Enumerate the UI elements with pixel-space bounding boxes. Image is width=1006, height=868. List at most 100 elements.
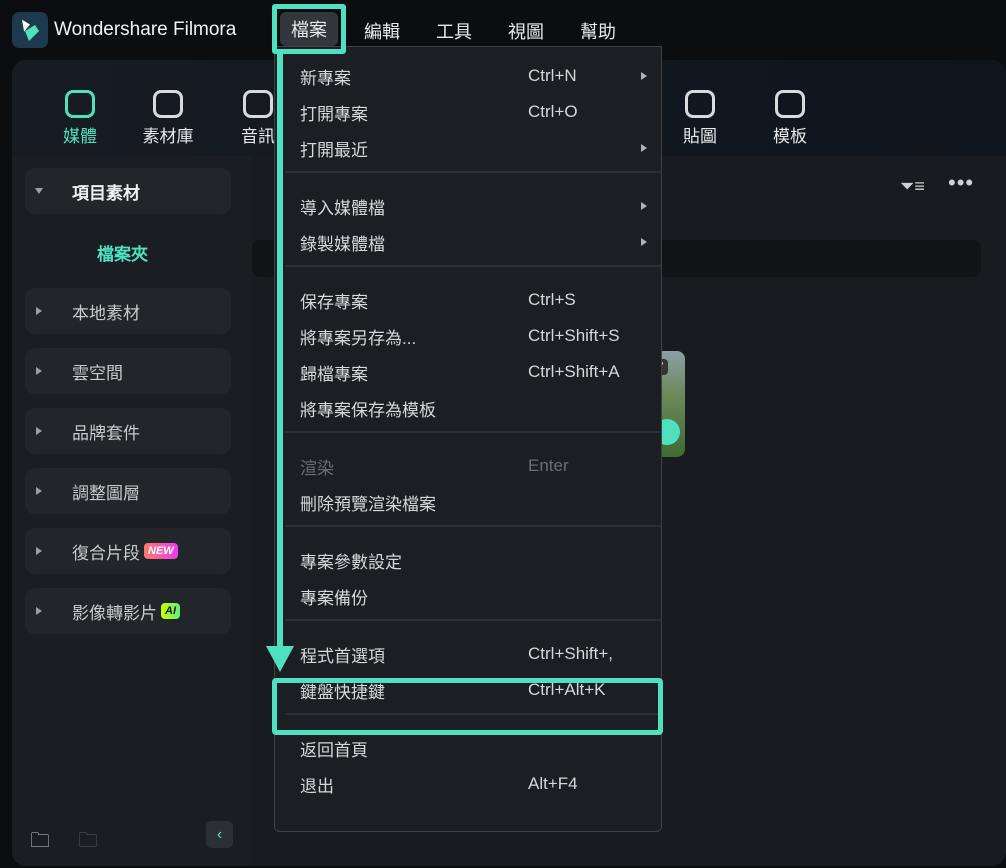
menu-item-shortcut: Ctrl+S xyxy=(528,290,576,309)
sidebar-item-label: 品牌套件 xyxy=(72,423,140,443)
menu-item[interactable]: 程式首選項 Ctrl+Shift+, xyxy=(275,636,661,672)
filmora-logo xyxy=(12,12,48,48)
menu-item[interactable]: 導入媒體檔 xyxy=(275,188,661,224)
menu-item-label: 退出 xyxy=(300,776,334,796)
toolbar-label: 貼圖 xyxy=(683,127,717,146)
menu-help[interactable]: 幫助 xyxy=(580,18,616,44)
menu-item-label: 歸檔專案 xyxy=(300,364,368,384)
ai-badge: AI xyxy=(161,603,180,619)
menu-item-label: 保存專案 xyxy=(300,292,368,312)
sidebar-item-label: 本地素材 xyxy=(72,303,140,323)
delete-folder-icon[interactable]: 🗀 xyxy=(78,826,98,860)
menu-item[interactable]: 錄製媒體檔 xyxy=(275,224,661,260)
caret-right-icon xyxy=(36,367,42,375)
submenu-arrow-icon xyxy=(641,144,647,152)
caret-right-icon xyxy=(36,607,42,615)
menu-item-label: 錄製媒體檔 xyxy=(300,234,385,254)
menu-item-shortcut: Alt+F4 xyxy=(528,774,578,793)
new-badge: NEW xyxy=(144,543,178,559)
menu-item-label: 新專案 xyxy=(300,68,351,88)
menu-item-label: 程式首選項 xyxy=(300,646,385,666)
menu-item[interactable]: 返回首頁 xyxy=(275,730,661,766)
submenu-arrow-icon xyxy=(641,72,647,80)
submenu-arrow-icon xyxy=(641,238,647,246)
caret-right-icon xyxy=(36,307,42,315)
menu-item-shortcut: Ctrl+Shift+A xyxy=(528,362,620,381)
menu-separator xyxy=(285,265,661,267)
menu-separator xyxy=(285,171,661,173)
sidebar-item-label: 影像轉影片 xyxy=(72,603,157,623)
menu-view[interactable]: 視圖 xyxy=(508,18,544,44)
toolbar-media[interactable]: 媒體 xyxy=(50,90,110,147)
menu-separator xyxy=(285,619,661,621)
menu-item-label: 返回首頁 xyxy=(300,740,368,760)
menu-item[interactable]: 歸檔專案 Ctrl+Shift+A xyxy=(275,354,661,390)
annotation-arrow xyxy=(277,52,283,652)
toolbar-sticker[interactable]: 貼圖 xyxy=(670,90,730,147)
toolbar-label: 媒體 xyxy=(63,127,97,146)
menu-item[interactable]: 保存專案 Ctrl+S xyxy=(275,282,661,318)
sidebar-item-label: 項目素材 xyxy=(72,183,140,203)
menu-tools[interactable]: 工具 xyxy=(436,18,472,44)
menu-item-shortcut: Ctrl+Shift+S xyxy=(528,326,620,345)
sidebar: 項目素材本地素材雲空間品牌套件調整圖層復合片段 NEW 影像轉影片 AI 檔案夾 xyxy=(12,156,252,866)
more-options-icon[interactable]: ••• xyxy=(948,170,974,196)
sticker-icon xyxy=(685,90,715,118)
sidebar-item[interactable]: 影像轉影片 AI xyxy=(25,588,231,634)
sidebar-item[interactable]: 品牌套件 xyxy=(25,408,231,454)
menu-item-shortcut: Ctrl+N xyxy=(528,66,577,85)
caret-right-icon xyxy=(36,427,42,435)
toolbar-label: 模板 xyxy=(773,127,807,146)
menu-item[interactable]: 專案備份 xyxy=(275,578,661,614)
caret-right-icon xyxy=(36,547,42,555)
menu-file[interactable]: 檔案 xyxy=(280,12,338,46)
menu-item[interactable]: 渲染 Enter xyxy=(275,448,661,484)
sidebar-item[interactable]: 本地素材 xyxy=(25,288,231,334)
menu-edit[interactable]: 編輯 xyxy=(364,18,400,44)
menu-item-label: 將專案另存為... xyxy=(300,328,417,348)
menu-item-label: 渲染 xyxy=(300,458,334,478)
sidebar-item[interactable]: 項目素材 xyxy=(25,168,231,214)
menu-item-label: 專案備份 xyxy=(300,588,368,608)
annotation-arrow-head xyxy=(266,646,294,672)
sidebar-item[interactable]: 調整圖層 xyxy=(25,468,231,514)
music-icon xyxy=(243,90,273,118)
collapse-sidebar-button[interactable]: ‹ xyxy=(206,821,233,848)
sidebar-sub-item-folder[interactable]: 檔案夾 xyxy=(97,240,148,265)
sidebar-item-label: 調整圖層 xyxy=(72,483,140,503)
menu-item[interactable]: 新專案 Ctrl+N xyxy=(275,58,661,94)
toolbar-store[interactable]: 素材庫 xyxy=(138,90,198,147)
app-title: Wondershare Filmora xyxy=(54,19,237,40)
menu-item[interactable]: 刪除預覽渲染檔案 xyxy=(275,484,661,520)
menu-item-shortcut: Ctrl+Shift+, xyxy=(528,644,614,663)
menu-item-label: 打開最近 xyxy=(300,140,368,160)
menu-item-label: 導入媒體檔 xyxy=(300,198,385,218)
media-icon xyxy=(65,90,95,118)
menu-separator xyxy=(285,431,661,433)
menu-item[interactable]: 將專案另存為... Ctrl+Shift+S xyxy=(275,318,661,354)
highlight-box-keyboard-shortcuts xyxy=(272,678,663,735)
sidebar-item-label: 復合片段 xyxy=(72,543,140,563)
toolbar-label: 素材庫 xyxy=(142,127,194,146)
menu-item[interactable]: 打開專案 Ctrl+O xyxy=(275,94,661,130)
menu-separator xyxy=(285,525,661,527)
template-icon xyxy=(775,90,805,118)
sidebar-item[interactable]: 復合片段 NEW xyxy=(25,528,231,574)
caret-down-icon xyxy=(35,188,43,194)
submenu-arrow-icon xyxy=(641,202,647,210)
menu-item[interactable]: 專案參數設定 xyxy=(275,542,661,578)
menu-item-shortcut: Ctrl+O xyxy=(528,102,578,121)
sidebar-item[interactable]: 雲空間 xyxy=(25,348,231,394)
menu-item-label: 打開專案 xyxy=(300,104,368,124)
menu-item[interactable]: 將專案保存為模板 xyxy=(275,390,661,426)
menu-item-label: 刪除預覽渲染檔案 xyxy=(300,494,436,514)
menu-item-label: 專案參數設定 xyxy=(300,552,402,572)
menu-item[interactable]: 退出 Alt+F4 xyxy=(275,766,661,802)
sidebar-item-label: 雲空間 xyxy=(72,363,123,383)
toolbar-template[interactable]: 模板 xyxy=(760,90,820,147)
new-folder-icon[interactable]: 🗀 xyxy=(30,826,50,860)
caret-right-icon xyxy=(36,487,42,495)
menu-item[interactable]: 打開最近 xyxy=(275,130,661,166)
store-icon xyxy=(153,90,183,118)
filter-icon[interactable]: ⏷≡ xyxy=(900,176,930,198)
